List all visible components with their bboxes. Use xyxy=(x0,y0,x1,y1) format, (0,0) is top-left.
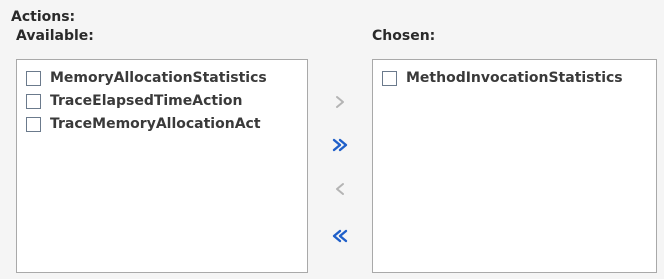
actions-section-title: Actions: xyxy=(11,9,76,25)
list-item-label: MethodInvocationStatistics xyxy=(406,70,623,86)
list-item[interactable]: MemoryAllocationStatistics xyxy=(17,67,307,90)
available-label: Available: xyxy=(16,28,94,44)
list-item[interactable]: MethodInvocationStatistics xyxy=(373,67,656,90)
move-right-button[interactable] xyxy=(327,91,353,113)
chevron-left-icon xyxy=(336,183,344,195)
checkbox[interactable] xyxy=(382,71,397,86)
list-item-label: MemoryAllocationStatistics xyxy=(50,70,267,86)
chosen-list[interactable]: MethodInvocationStatistics xyxy=(372,59,657,273)
move-all-right-button[interactable] xyxy=(327,134,353,156)
available-list[interactable]: MemoryAllocationStatistics TraceElapsedT… xyxy=(16,59,308,273)
list-item-label: TraceMemoryAllocationAct xyxy=(50,116,261,132)
list-item[interactable]: TraceElapsedTimeAction xyxy=(17,90,307,113)
move-left-button[interactable] xyxy=(327,178,353,200)
move-all-left-button[interactable] xyxy=(327,225,353,247)
chevron-right-icon xyxy=(336,96,344,108)
checkbox[interactable] xyxy=(26,117,41,132)
double-chevron-right-icon xyxy=(332,138,348,152)
checkbox[interactable] xyxy=(26,71,41,86)
chosen-label: Chosen: xyxy=(372,28,436,44)
checkbox[interactable] xyxy=(26,94,41,109)
list-item-label: TraceElapsedTimeAction xyxy=(50,93,243,109)
double-chevron-left-icon xyxy=(332,229,348,243)
list-item[interactable]: TraceMemoryAllocationAct xyxy=(17,113,307,136)
